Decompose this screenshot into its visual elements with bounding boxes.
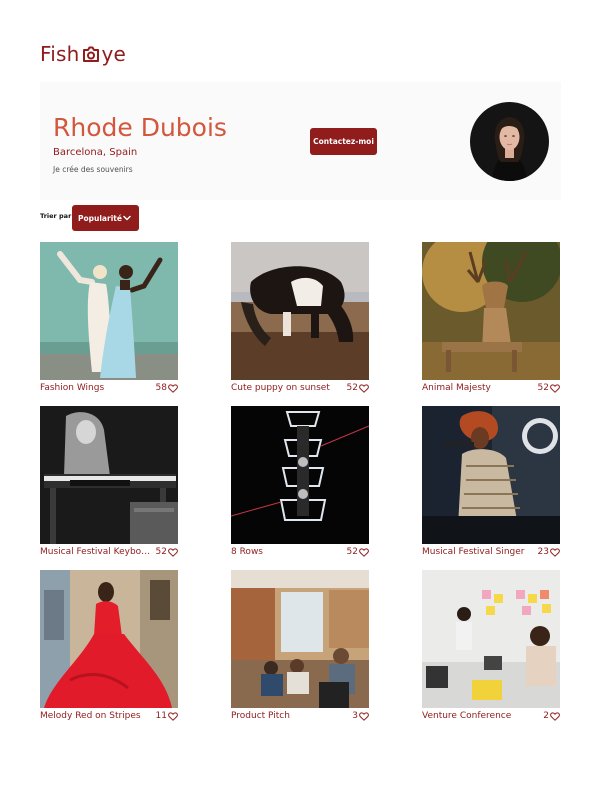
media-title[interactable]: Musical Festival Keyboa... <box>40 547 152 557</box>
like-counter[interactable]: 52 <box>347 383 369 393</box>
logo-text-end: ye <box>101 42 127 66</box>
like-counter[interactable]: 52 <box>538 383 560 393</box>
heart-icon[interactable] <box>168 383 178 393</box>
like-counter[interactable]: 52 <box>347 547 369 557</box>
like-counter[interactable]: 58 <box>156 383 178 393</box>
media-thumbnail[interactable] <box>422 570 560 708</box>
heart-icon[interactable] <box>550 711 560 721</box>
heart-icon[interactable] <box>168 711 178 721</box>
media-thumbnail[interactable] <box>40 570 178 708</box>
media-card[interactable]: 8 Rows 52 <box>231 406 369 563</box>
media-card[interactable]: Animal Majesty 52 <box>422 242 560 399</box>
like-counter[interactable]: 3 <box>352 711 369 721</box>
like-count: 3 <box>352 711 358 721</box>
media-thumbnail[interactable] <box>422 406 560 544</box>
heart-icon[interactable] <box>550 547 560 557</box>
like-count: 58 <box>155 383 167 393</box>
chevron-down-icon <box>123 214 131 222</box>
media-card[interactable]: Cute puppy on sunset 52 <box>231 242 369 399</box>
media-title[interactable]: Product Pitch <box>231 711 290 721</box>
media-thumbnail[interactable] <box>231 570 369 708</box>
media-title[interactable]: Musical Festival Singer <box>422 547 525 557</box>
like-count: 52 <box>155 547 167 557</box>
like-count: 52 <box>346 383 358 393</box>
sort-dropdown[interactable]: Popularité <box>72 205 139 231</box>
heart-icon[interactable] <box>168 547 178 557</box>
photographer-location: Barcelona, Spain <box>53 147 138 158</box>
media-thumbnail[interactable] <box>231 242 369 380</box>
like-count: 52 <box>537 383 549 393</box>
media-card[interactable]: Venture Conference 2 <box>422 570 560 727</box>
like-counter[interactable]: 23 <box>538 547 560 557</box>
heart-icon[interactable] <box>359 383 369 393</box>
media-thumbnail[interactable] <box>422 242 560 380</box>
like-counter[interactable]: 11 <box>156 711 178 721</box>
media-thumbnail[interactable] <box>231 406 369 544</box>
camera-icon <box>81 45 101 63</box>
like-count: 52 <box>346 547 358 557</box>
media-title[interactable]: Melody Red on Stripes <box>40 711 141 721</box>
media-title[interactable]: Fashion Wings <box>40 383 104 393</box>
heart-icon[interactable] <box>359 711 369 721</box>
media-title[interactable]: Cute puppy on sunset <box>231 383 330 393</box>
sort-selected-value: Popularité <box>78 213 122 223</box>
photographer-name: Rhode Dubois <box>53 113 227 142</box>
sort-label: Trier par <box>40 212 72 220</box>
logo[interactable]: Fish ye <box>40 42 126 66</box>
like-count: 11 <box>155 711 167 721</box>
media-card[interactable]: Product Pitch 3 <box>231 570 369 727</box>
like-count: 2 <box>543 711 549 721</box>
like-count: 23 <box>537 547 549 557</box>
avatar <box>470 102 549 181</box>
media-title[interactable]: 8 Rows <box>231 547 263 557</box>
media-title[interactable]: Animal Majesty <box>422 383 491 393</box>
heart-icon[interactable] <box>550 383 560 393</box>
like-counter[interactable]: 2 <box>543 711 560 721</box>
contact-button[interactable]: Contactez-moi <box>310 128 377 155</box>
media-card[interactable]: Musical Festival Singer 23 <box>422 406 560 563</box>
media-card[interactable]: Fashion Wings 58 <box>40 242 178 399</box>
heart-icon[interactable] <box>359 547 369 557</box>
media-card[interactable]: Musical Festival Keyboa... 52 <box>40 406 178 563</box>
media-title[interactable]: Venture Conference <box>422 711 511 721</box>
media-thumbnail[interactable] <box>40 242 178 380</box>
like-counter[interactable]: 52 <box>156 547 178 557</box>
photographer-header: Rhode Dubois Barcelona, Spain Je crée de… <box>40 82 561 200</box>
media-thumbnail[interactable] <box>40 406 178 544</box>
logo-text-start: Fish <box>40 42 80 66</box>
media-card[interactable]: Melody Red on Stripes 11 <box>40 570 178 727</box>
photographer-tagline: Je crée des souvenirs <box>53 165 133 174</box>
